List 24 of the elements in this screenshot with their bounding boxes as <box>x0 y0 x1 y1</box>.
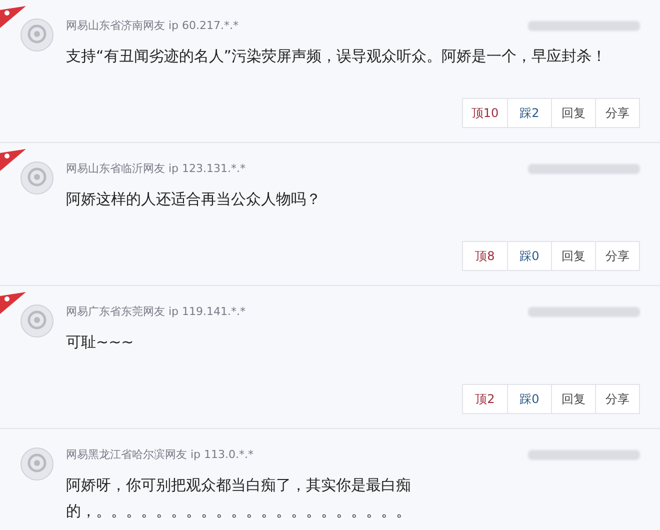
comment-action[interactable]: 分享 <box>595 99 639 127</box>
comment-action[interactable]: 分享 <box>595 385 639 413</box>
avatar-icon <box>20 304 54 338</box>
comment-author: 网易山东省济南网友 ip 60.217.*.* <box>66 18 239 34</box>
comment-action[interactable]: 回复 <box>551 242 595 270</box>
comment-action[interactable]: 顶2 <box>463 385 507 413</box>
comment-author: 网易山东省临沂网友 ip 123.131.*.* <box>66 161 246 177</box>
comment-author: 网易广东省东莞网友 ip 119.141.*.* <box>66 304 246 320</box>
comment-action[interactable]: 顶10 <box>463 99 507 127</box>
comment-action[interactable]: 回复 <box>551 99 595 127</box>
comment-action[interactable]: 顶8 <box>463 242 507 270</box>
comment-text: 支持“有丑闻劣迹的名人”污染荧屏声频，误导观众听众。阿娇是一个，早应封杀！ <box>66 46 608 66</box>
avatar-icon <box>20 447 54 481</box>
avatar-icon <box>20 18 54 52</box>
comment-action[interactable]: 分享 <box>595 242 639 270</box>
comment-action[interactable]: 踩2 <box>507 99 551 127</box>
comment-action[interactable]: 踩0 <box>507 385 551 413</box>
comment-text: 阿娇这样的人还适合再当公众人物吗？ <box>66 188 322 210</box>
comment-text: 阿娇呀，你可别把观众都当白痴了，其实你是最白痴的，。。。。。。。。。。。。。。。。。。。。。 <box>66 474 412 522</box>
comment-author: 网易黑龙江省哈尔滨网友 ip 113.0.*.* <box>66 447 254 463</box>
comment-action[interactable]: 踩0 <box>507 242 551 270</box>
comment-action[interactable]: 回复 <box>551 385 595 413</box>
comment-text: 可耻~~~ <box>66 332 135 352</box>
avatar-icon <box>20 161 54 195</box>
